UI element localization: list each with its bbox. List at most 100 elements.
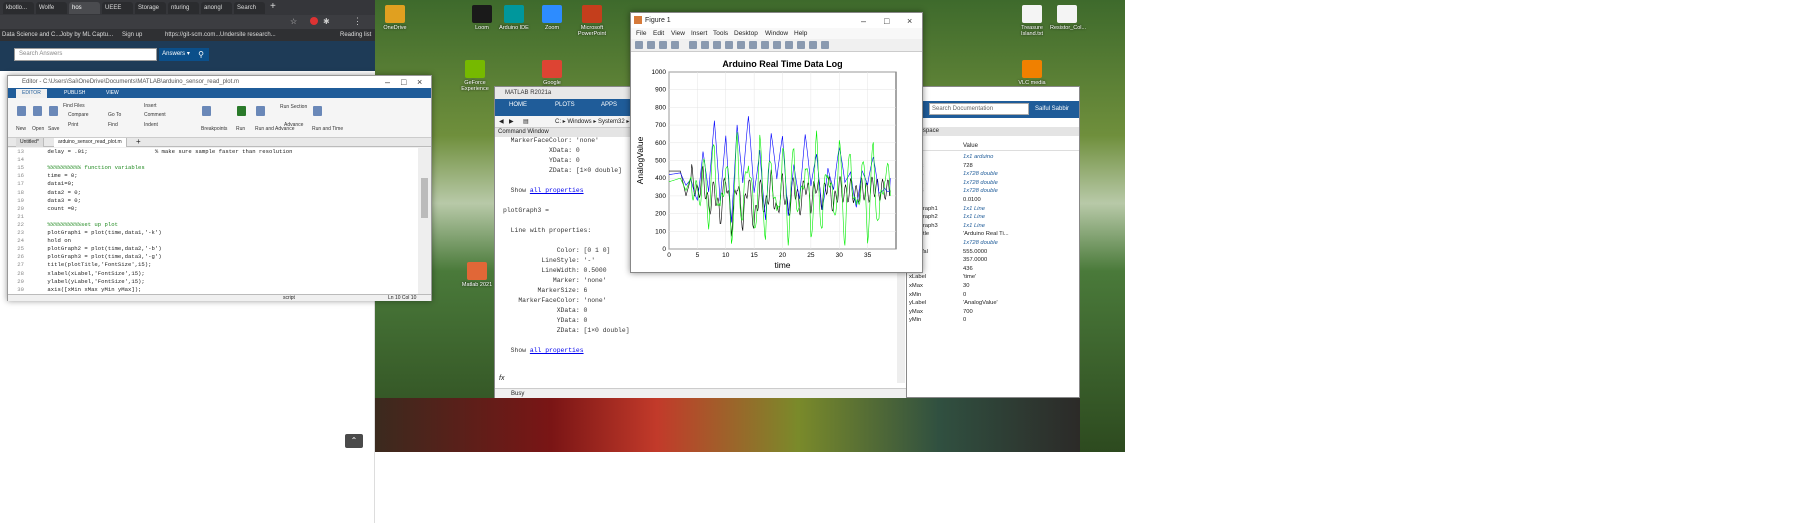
bookmark-link[interactable]: https://git-scm.com... (165, 29, 220, 41)
properties-link[interactable]: all properties (530, 187, 584, 194)
workspace-row[interactable]: yMax 700 (907, 308, 1079, 317)
desktop-icon[interactable]: Arduino IDE (497, 5, 531, 31)
browser-tab[interactable]: kbotlo... (3, 2, 34, 14)
maximize-icon[interactable]: □ (401, 76, 406, 88)
menu-insert[interactable]: Insert (691, 28, 707, 39)
desktop-icon[interactable]: Resistor_Col... (1050, 5, 1086, 31)
workspace-row[interactable]: data11x728 double (907, 170, 1079, 179)
ribbon-item-new[interactable]: New (16, 126, 26, 132)
ribbon-item-indent[interactable]: Indent (144, 122, 158, 128)
desktop-icon[interactable]: Microsoft PowerPoint (575, 5, 609, 37)
tab-plots[interactable]: PLOTS (555, 102, 575, 108)
grid-icon[interactable] (809, 41, 817, 49)
search-input[interactable]: Search Answers (14, 48, 157, 61)
pan-icon[interactable] (725, 41, 733, 49)
pointer-icon[interactable] (689, 41, 697, 49)
ribbon-item-find[interactable]: Find (108, 122, 118, 128)
desktop-icon[interactable]: OneDrive (378, 5, 412, 31)
ribbon-item-print[interactable]: Print (68, 122, 78, 128)
workspace-row[interactable]: count728 (907, 162, 1079, 171)
workspace-row[interactable]: plotGraph2 1x1 Line (907, 213, 1079, 222)
star-icon[interactable]: ☆ (290, 17, 297, 26)
workspace-row[interactable]: xMin 0 (907, 291, 1079, 300)
search-documentation-input[interactable]: Search Documentation (929, 103, 1029, 115)
ribbon-item-compare[interactable]: Compare (68, 112, 89, 118)
desktop-icon[interactable]: Zoom (535, 5, 569, 31)
add-tab-icon[interactable]: + (136, 137, 141, 146)
menu-desktop[interactable]: Desktop (734, 28, 758, 39)
bookmark-link[interactable]: Joby by ML Captu... (60, 29, 113, 41)
ribbon-item-insert[interactable]: Insert (144, 103, 157, 109)
folder-icon[interactable]: ▤ (523, 116, 529, 128)
bookmark-link[interactable]: Reading list (340, 29, 371, 41)
new-tab-icon[interactable]: + (270, 1, 276, 12)
ribbon-item-advance[interactable]: Advance (284, 122, 303, 128)
workspace-row[interactable]: plotGraph1 1x1 Line (907, 205, 1079, 214)
workspace-row[interactable]: a1x1 arduino (907, 153, 1079, 162)
ribbon-item-run[interactable]: Run (236, 126, 245, 132)
browser-tab[interactable]: anongl (201, 2, 232, 14)
ribbon-item-run-and-time[interactable]: Run and Time (312, 126, 343, 132)
workspace-row[interactable]: plotTitle'Arduino Real Ti... (907, 230, 1079, 239)
close-icon[interactable]: × (417, 76, 422, 88)
legend-icon[interactable] (797, 41, 805, 49)
data-cursor-icon[interactable] (749, 41, 757, 49)
menu-dots-icon[interactable]: ⋮ (353, 16, 362, 27)
zoom-out-icon[interactable] (713, 41, 721, 49)
open-icon[interactable] (647, 41, 655, 49)
save-icon[interactable] (659, 41, 667, 49)
browser-tab[interactable]: UEEE (102, 2, 133, 14)
workspace-row[interactable]: v3436 (907, 265, 1079, 274)
properties-link[interactable]: all properties (530, 347, 584, 354)
ribbon-item-save[interactable]: Save (48, 126, 59, 132)
bookmark-link[interactable]: Undersite research... (220, 29, 276, 41)
menu-view[interactable]: View (671, 28, 685, 39)
workspace-row[interactable]: delay0.0100 (907, 196, 1079, 205)
zoom-in-icon[interactable] (701, 41, 709, 49)
desktop-icon[interactable]: Matlab 2021 (460, 262, 494, 288)
back-icon[interactable]: ◀ (499, 116, 504, 128)
desktop-icon[interactable]: GeForce Experience (458, 60, 492, 92)
browser-tab[interactable]: hos (69, 2, 100, 14)
ribbon-item-run-section[interactable]: Run Section (280, 104, 307, 110)
brush-icon[interactable] (761, 41, 769, 49)
extension-icon[interactable] (310, 17, 318, 25)
tab-home[interactable]: HOME (509, 102, 527, 108)
minimize-icon[interactable]: – (385, 76, 390, 88)
browser-tab[interactable]: Storage (135, 2, 166, 14)
menu-help[interactable]: Help (794, 28, 807, 39)
ribbon-item-go-to[interactable]: Go To (108, 112, 121, 118)
new-figure-icon[interactable] (635, 41, 643, 49)
maximize-icon[interactable]: □ (884, 15, 889, 27)
workspace-row[interactable]: yLabel 'AnalogValue' (907, 299, 1079, 308)
close-icon[interactable]: × (907, 15, 912, 27)
show-all-properties-link[interactable]: Show all properties (503, 187, 584, 195)
ribbon-item-breakpoints[interactable]: Breakpoints (201, 126, 227, 132)
forward-icon[interactable]: ▶ (509, 116, 514, 128)
code-scrollbar[interactable] (418, 148, 431, 294)
tab-editor[interactable]: EDITOR (16, 89, 47, 98)
workspace-row[interactable]: data31x728 double (907, 187, 1079, 196)
menu-file[interactable]: File (636, 28, 646, 39)
search-button[interactable]: ⚲ (193, 48, 209, 61)
puzzle-icon[interactable]: ✱ (323, 17, 330, 26)
answers-dropdown[interactable]: Answers ▾ (159, 48, 193, 61)
ribbon-item-open[interactable]: Open (32, 126, 44, 132)
workspace-row[interactable]: plotGraph3 1x1 Line (907, 222, 1079, 231)
workspace-row[interactable]: timeVal555.0000 (907, 248, 1079, 257)
workspace-row[interactable]: time1x728 double (907, 239, 1079, 248)
workspace-row[interactable]: yMin 0 (907, 316, 1079, 325)
show-all-properties-link[interactable]: Show all properties (503, 347, 584, 355)
scroll-top-button[interactable]: ⌃ (345, 434, 363, 448)
menu-tools[interactable]: Tools (713, 28, 728, 39)
workspace-row[interactable]: v1357.0000 (907, 256, 1079, 265)
ribbon-item-comment[interactable]: Comment (144, 112, 166, 118)
dock-icon[interactable] (821, 41, 829, 49)
bookmark-link[interactable]: Sign up (122, 29, 142, 41)
link-icon[interactable] (773, 41, 781, 49)
desktop-icon[interactable]: Treasure Island.txt (1015, 5, 1049, 37)
menu-edit[interactable]: Edit (653, 28, 664, 39)
desktop-icon[interactable]: Loom (465, 5, 499, 31)
code-area[interactable]: 13 delay = .01; % make sure sample faste… (8, 148, 431, 294)
tab-apps[interactable]: APPS (601, 102, 617, 108)
